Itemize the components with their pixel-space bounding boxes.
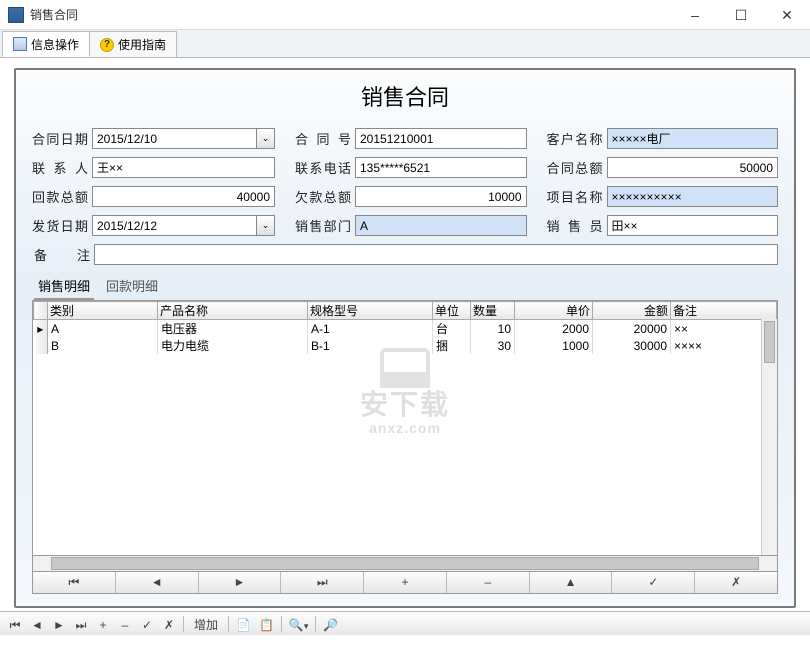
ship-date-field[interactable] (92, 215, 257, 236)
label-customer: 客户名称 (547, 129, 603, 148)
window-title: 销售合同 (30, 6, 672, 23)
total-field[interactable] (607, 157, 779, 178)
contract-date-field[interactable] (92, 128, 257, 149)
label-dept: 销售部门 (295, 216, 351, 235)
label-project: 项目名称 (547, 187, 603, 206)
tab-info-label: 信息操作 (31, 36, 79, 53)
bottom-preview-icon[interactable]: 🔎 (319, 614, 342, 634)
bottom-add-text-button[interactable]: 增加 (187, 614, 225, 634)
table-row[interactable]: B 电力电缆 B-1 捆 30 1000 30000 ×××× (34, 337, 777, 354)
label-sales: 销 售 员 (547, 216, 603, 235)
detail-grid: 类别 产品名称 规格型号 单位 数量 单价 金额 备注 ▸ A 电压器 A-1 … (32, 300, 778, 556)
col-note[interactable]: 备注 (671, 302, 777, 320)
contract-no-field[interactable] (355, 128, 527, 149)
minimize-button[interactable]: ‒ (672, 0, 718, 30)
nav-first-button[interactable]: ⏮ (33, 572, 116, 593)
label-phone: 联系电话 (295, 158, 351, 177)
nav-cancel-button[interactable]: ✗ (695, 572, 777, 593)
bottom-delete-button[interactable]: ‒ (114, 614, 136, 634)
label-ship-date: 发货日期 (32, 216, 88, 235)
tab-guide-label: 使用指南 (118, 36, 166, 53)
bottom-cancel-button[interactable]: ✗ (158, 614, 180, 634)
nav-delete-button[interactable]: ‒ (447, 572, 530, 593)
contact-field[interactable] (92, 157, 275, 178)
owed-field[interactable] (355, 186, 527, 207)
nav-add-button[interactable]: + (364, 572, 447, 593)
ship-date-dropdown-icon[interactable]: ⌄ (257, 215, 275, 236)
nav-edit-button[interactable]: ▲ (530, 572, 613, 593)
top-tabbar: 信息操作 ? 使用指南 (0, 30, 810, 58)
bottom-toolbar: ⏮ ◄ ► ⏭ + ‒ ✓ ✗ 增加 📄 📋 🔍▾ 🔎 (0, 611, 810, 635)
bottom-search-icon[interactable]: 🔍▾ (285, 614, 312, 634)
tab-info[interactable]: 信息操作 (2, 31, 90, 57)
maximize-button[interactable]: ☐ (718, 0, 764, 30)
phone-field[interactable] (355, 157, 527, 178)
bottom-prev-button[interactable]: ◄ (26, 614, 48, 634)
label-paid: 回款总额 (32, 187, 88, 206)
col-product-name[interactable]: 产品名称 (158, 302, 308, 320)
bottom-last-button[interactable]: ⏭ (70, 614, 92, 634)
nav-last-button[interactable]: ⏭ (281, 572, 364, 593)
col-category[interactable]: 类别 (48, 302, 158, 320)
grid-navigator: ⏮ ◄ ► ⏭ + ‒ ▲ ✓ ✗ (32, 572, 778, 594)
col-selector[interactable] (34, 302, 48, 320)
paid-field[interactable] (92, 186, 275, 207)
subtab-detail[interactable]: 销售明细 (34, 273, 94, 300)
table-row[interactable]: ▸ A 电压器 A-1 台 10 2000 20000 ×× (34, 320, 777, 338)
bottom-add-button[interactable]: + (92, 614, 114, 634)
dept-field[interactable] (355, 215, 527, 236)
label-owed: 欠款总额 (295, 187, 351, 206)
bottom-first-button[interactable]: ⏮ (4, 614, 26, 634)
col-price[interactable]: 单价 (515, 302, 593, 320)
sales-field[interactable] (607, 215, 779, 236)
row-indicator-icon: ▸ (34, 320, 48, 338)
col-spec[interactable]: 规格型号 (308, 302, 433, 320)
label-contact: 联 系 人 (32, 158, 88, 177)
bottom-paste-icon[interactable]: 📋 (255, 614, 278, 634)
nav-prev-button[interactable]: ◄ (116, 572, 199, 593)
grid-horizontal-scrollbar[interactable] (32, 556, 778, 572)
col-unit[interactable]: 单位 (433, 302, 471, 320)
app-icon (8, 7, 24, 23)
info-icon (13, 37, 27, 51)
col-qty[interactable]: 数量 (471, 302, 515, 320)
tab-guide[interactable]: ? 使用指南 (89, 31, 177, 57)
label-total: 合同总额 (547, 158, 603, 177)
col-amount[interactable]: 金额 (593, 302, 671, 320)
bottom-copy-icon[interactable]: 📄 (232, 614, 255, 634)
subtab-payback[interactable]: 回款明细 (102, 273, 162, 300)
main-panel: 安下载 anxz.com 销售合同 合同日期 ⌄ 合 同 号 客户名称 联 系 … (14, 68, 796, 608)
remarks-field[interactable] (94, 244, 778, 265)
nav-next-button[interactable]: ► (199, 572, 282, 593)
help-icon: ? (100, 38, 114, 52)
customer-field[interactable] (607, 128, 779, 149)
label-remarks: 备 注 (34, 245, 90, 264)
page-title: 销售合同 (32, 80, 778, 112)
label-contract-no: 合 同 号 (295, 129, 351, 148)
bottom-ok-button[interactable]: ✓ (136, 614, 158, 634)
contract-date-dropdown-icon[interactable]: ⌄ (257, 128, 275, 149)
label-contract-date: 合同日期 (32, 129, 88, 148)
close-button[interactable]: ✕ (764, 0, 810, 30)
bottom-next-button[interactable]: ► (48, 614, 70, 634)
grid-vertical-scrollbar[interactable] (761, 319, 777, 555)
project-field[interactable] (607, 186, 779, 207)
window-titlebar: 销售合同 ‒ ☐ ✕ (0, 0, 810, 30)
nav-ok-button[interactable]: ✓ (612, 572, 695, 593)
